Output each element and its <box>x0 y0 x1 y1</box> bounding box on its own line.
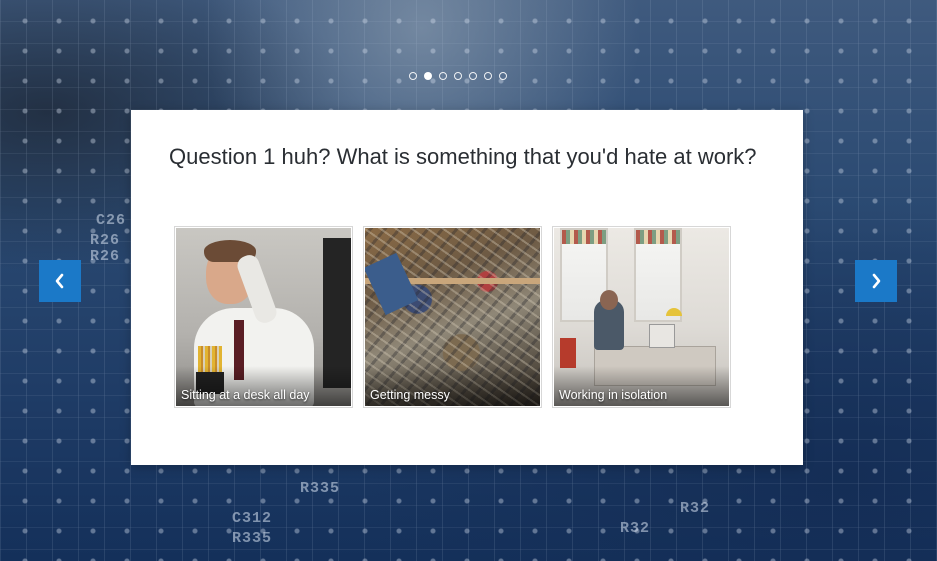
previous-slide-button[interactable] <box>39 260 81 302</box>
background-label: C26 <box>96 212 127 229</box>
question-text: Question 1 huh? What is something that y… <box>169 144 757 169</box>
chevron-left-icon <box>55 273 64 289</box>
background-label: R335 <box>300 480 341 497</box>
pagination-dot[interactable] <box>454 72 462 80</box>
background-label: R26 <box>90 232 121 249</box>
answer-options: Sitting at a desk all day Getting messy <box>174 226 731 408</box>
question-card: Question 1 huh? What is something that y… <box>131 110 803 465</box>
messy-workbench-photo <box>365 228 540 406</box>
pagination-dot[interactable] <box>484 72 492 80</box>
office-worker-photo <box>176 228 351 406</box>
answer-option-messy[interactable]: Getting messy <box>363 226 542 408</box>
answer-option-desk[interactable]: Sitting at a desk all day <box>174 226 353 408</box>
pagination-dot-active[interactable] <box>424 72 432 80</box>
background-label: C312 <box>232 510 273 527</box>
answer-option-isolation[interactable]: Working in isolation <box>552 226 731 408</box>
background-label: R26 <box>90 248 121 265</box>
option-caption: Getting messy <box>370 388 450 402</box>
background-label: R32 <box>620 520 651 537</box>
option-caption: Working in isolation <box>559 388 668 402</box>
carousel-pagination <box>409 72 507 80</box>
background-label: R32 <box>680 500 711 517</box>
background-label: R335 <box>232 530 273 547</box>
next-slide-button[interactable] <box>855 260 897 302</box>
isolated-worker-photo <box>554 228 729 406</box>
pagination-dot[interactable] <box>499 72 507 80</box>
chevron-right-icon <box>872 273 881 289</box>
pagination-dot[interactable] <box>439 72 447 80</box>
option-caption: Sitting at a desk all day <box>181 388 310 402</box>
pagination-dot[interactable] <box>469 72 477 80</box>
pagination-dot[interactable] <box>409 72 417 80</box>
